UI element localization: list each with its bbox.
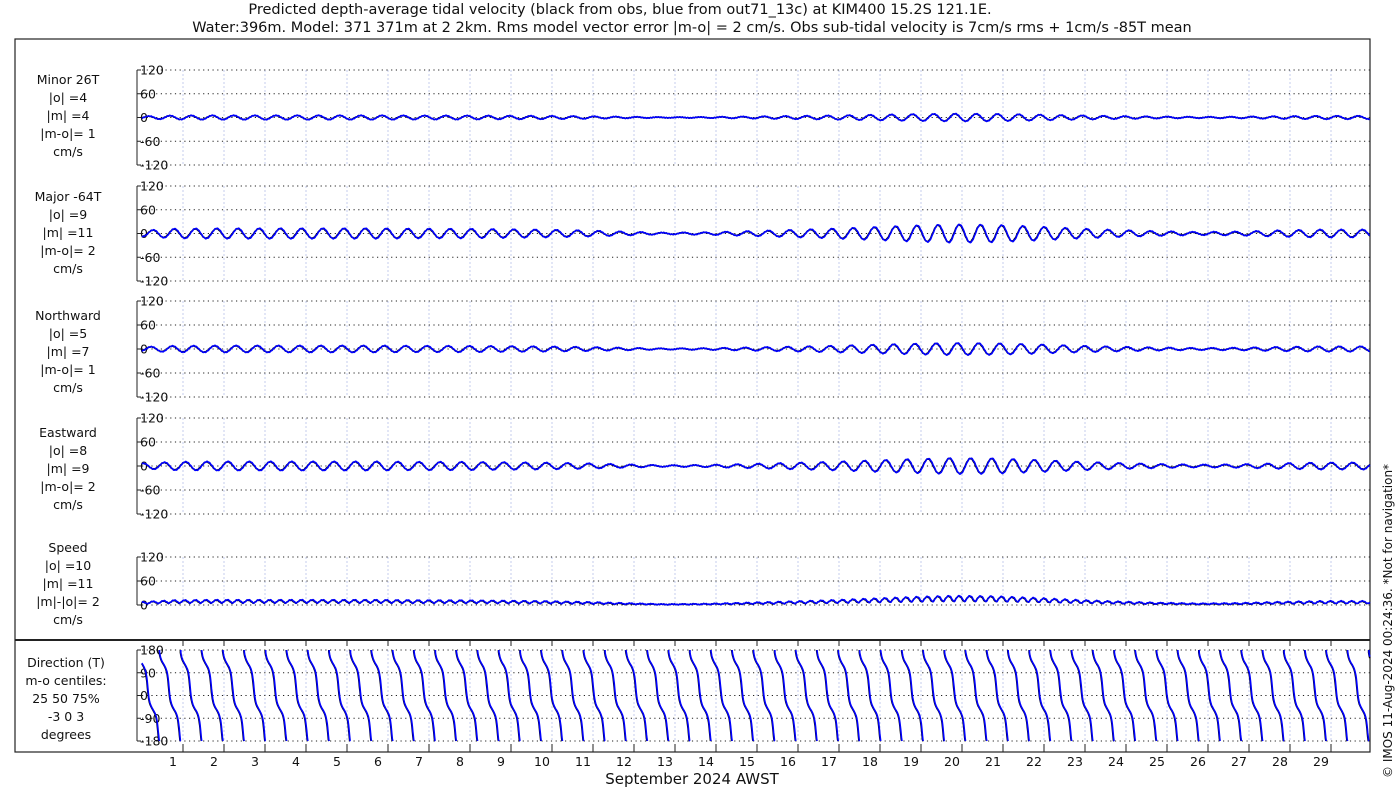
panel-label: |m-o|= 1 bbox=[40, 362, 95, 377]
y-tick-label: -120 bbox=[140, 507, 168, 522]
chart-title-line-2: Water:396m. Model: 371 371m at 2 2km. Rm… bbox=[192, 20, 1192, 36]
x-tick-label: 2 bbox=[210, 754, 218, 769]
x-tick-label: 10 bbox=[534, 754, 550, 769]
x-tick-label: 15 bbox=[739, 754, 755, 769]
x-tick-label: 25 bbox=[1149, 754, 1165, 769]
y-tick-label: 90 bbox=[140, 665, 156, 680]
panel-label: |m| =11 bbox=[43, 225, 94, 240]
x-tick-label: 9 bbox=[497, 754, 505, 769]
panel-label: cm/s bbox=[53, 380, 83, 395]
x-axis-label: September 2024 AWST bbox=[605, 770, 779, 788]
panel-label: |o| =8 bbox=[49, 443, 88, 458]
panel-label: |m| =9 bbox=[47, 461, 90, 476]
y-tick-label: -60 bbox=[140, 366, 160, 381]
panel-label: 25 50 75% bbox=[32, 691, 100, 706]
x-tick-label: 22 bbox=[1026, 754, 1042, 769]
y-tick-label: 0 bbox=[140, 688, 148, 703]
y-tick-label: 120 bbox=[140, 550, 164, 565]
panel-label: -3 0 3 bbox=[48, 709, 84, 724]
y-tick-label: -120 bbox=[140, 390, 168, 405]
panel-label: m-o centiles: bbox=[25, 673, 106, 688]
panel-label: Northward bbox=[35, 308, 101, 323]
y-tick-label: -60 bbox=[140, 134, 160, 149]
x-tick-label: 17 bbox=[821, 754, 837, 769]
x-tick-label: 24 bbox=[1108, 754, 1124, 769]
x-tick-label: 3 bbox=[251, 754, 259, 769]
panel-label: |m| =4 bbox=[47, 108, 90, 123]
panel-label: |m|-|o|= 2 bbox=[36, 594, 100, 609]
panel-label: Minor 26T bbox=[37, 72, 100, 87]
copyright-note: © IMOS 11-Aug-2024 00:24:36. *Not for na… bbox=[1381, 464, 1395, 778]
chart-title-line-1: Predicted depth-average tidal velocity (… bbox=[248, 2, 991, 18]
x-tick-label: 27 bbox=[1231, 754, 1247, 769]
panel-dir: 180900-90-180Direction (T)m-o centiles:2… bbox=[25, 643, 1371, 749]
y-tick-label: 120 bbox=[140, 179, 164, 194]
panel-label: |o| =10 bbox=[45, 558, 91, 573]
x-tick-label: 12 bbox=[616, 754, 632, 769]
y-tick-label: 120 bbox=[140, 411, 164, 426]
y-tick-label: 120 bbox=[140, 63, 164, 78]
y-tick-label: -120 bbox=[140, 158, 168, 173]
panel-speed: 120 60 0 Speed |o| =10 |m| =11 |m|-|o|= 2 cm/s bbox=[36, 540, 1371, 627]
x-tick-label: 21 bbox=[985, 754, 1001, 769]
panel-east: 120600-60-120Eastward|o| =8|m| =9|m-o|= … bbox=[39, 411, 1371, 522]
x-tick-label: 28 bbox=[1272, 754, 1288, 769]
y-tick-label: -60 bbox=[140, 250, 160, 265]
panel-label: Major -64T bbox=[35, 189, 102, 204]
panel-label: |m| =11 bbox=[43, 576, 94, 591]
panel-label: degrees bbox=[41, 727, 91, 742]
y-tick-label: -60 bbox=[140, 483, 160, 498]
panel-label: |o| =9 bbox=[49, 207, 88, 222]
panel-label: Speed bbox=[48, 540, 87, 555]
y-tick-label: 60 bbox=[140, 86, 156, 101]
x-tick-label: 20 bbox=[944, 754, 960, 769]
panel-label: |m-o|= 2 bbox=[40, 243, 95, 258]
y-tick-label: -180 bbox=[140, 734, 168, 749]
panel-label: Eastward bbox=[39, 425, 97, 440]
series-model-north bbox=[141, 342, 1370, 356]
x-tick-label: 4 bbox=[292, 754, 300, 769]
x-tick-label: 19 bbox=[903, 754, 919, 769]
panel-label: cm/s bbox=[53, 144, 83, 159]
panel-label: |o| =4 bbox=[49, 90, 88, 105]
x-tick-label: 1 bbox=[169, 754, 177, 769]
x-tick-label: 23 bbox=[1067, 754, 1083, 769]
panel-major: 120600-60-120Major -64T|o| =9|m| =11|m-o… bbox=[35, 179, 1371, 289]
series-model-speed bbox=[141, 594, 1371, 606]
x-tick-label: 26 bbox=[1190, 754, 1206, 769]
x-tick-label: 16 bbox=[780, 754, 796, 769]
y-tick-label: 60 bbox=[140, 202, 156, 217]
panel-label: cm/s bbox=[53, 497, 83, 512]
panel-minor: 120600-60-120Minor 26T|o| =4|m| =4|m-o|=… bbox=[37, 63, 1371, 173]
panel-label: Direction (T) bbox=[27, 655, 105, 670]
tidal-velocity-chart: Predicted depth-average tidal velocity (… bbox=[14, 2, 1395, 788]
y-tick-label: 60 bbox=[140, 435, 156, 450]
panel-label: |m-o|= 1 bbox=[40, 126, 95, 141]
x-tick-label: 6 bbox=[374, 754, 382, 769]
panel-label: cm/s bbox=[53, 612, 83, 627]
y-tick-label: -120 bbox=[140, 274, 168, 289]
y-tick-label: 60 bbox=[140, 318, 156, 333]
y-tick-label: 120 bbox=[140, 294, 164, 309]
x-tick-label: 7 bbox=[415, 754, 423, 769]
panel-label: |m-o|= 2 bbox=[40, 479, 95, 494]
y-tick-label: 60 bbox=[140, 574, 156, 589]
x-tick-label: 14 bbox=[698, 754, 714, 769]
y-tick-label: 0 bbox=[140, 598, 148, 613]
panel-label: |m| =7 bbox=[47, 344, 90, 359]
x-tick-label: 29 bbox=[1313, 754, 1329, 769]
x-tick-label: 18 bbox=[862, 754, 878, 769]
panel-north: 120600-60-120Northward|o| =5|m| =7|m-o|=… bbox=[35, 294, 1370, 405]
panel-label: |o| =5 bbox=[49, 326, 87, 341]
x-tick-label: 13 bbox=[657, 754, 673, 769]
x-tick-label: 11 bbox=[575, 754, 591, 769]
x-tick-label: 8 bbox=[456, 754, 464, 769]
x-tick-label: 5 bbox=[333, 754, 341, 769]
panel-label: cm/s bbox=[53, 261, 83, 276]
